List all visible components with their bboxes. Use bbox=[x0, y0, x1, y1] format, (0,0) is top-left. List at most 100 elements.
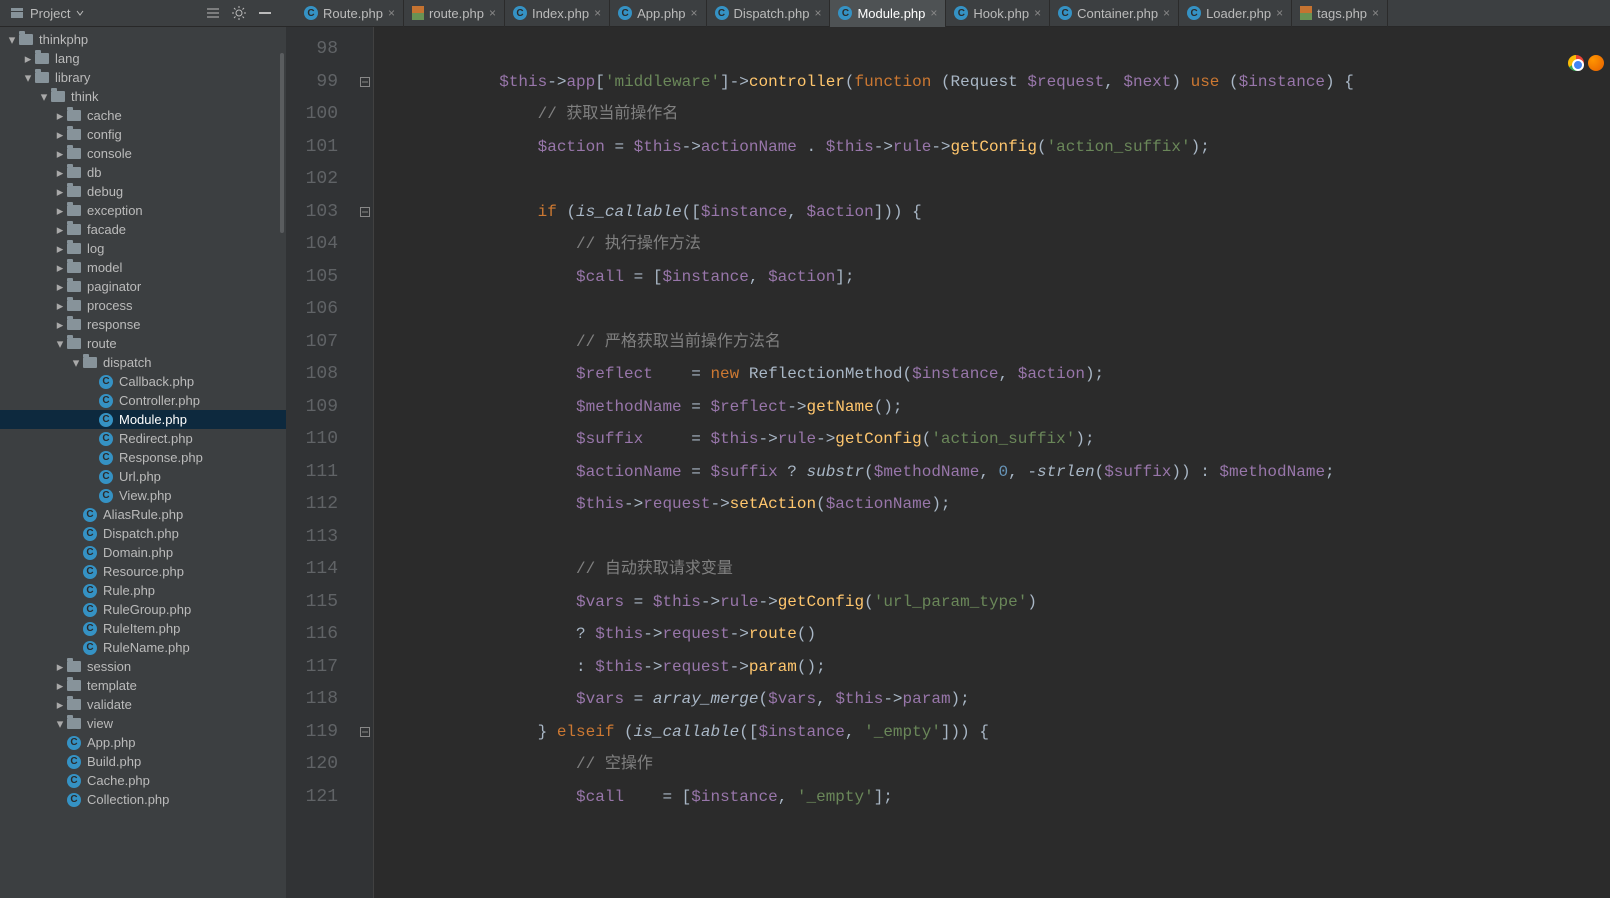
chevron-right-icon[interactable]: ▸ bbox=[54, 222, 66, 238]
close-icon[interactable]: × bbox=[1276, 6, 1283, 20]
fold-marker[interactable] bbox=[356, 521, 373, 554]
chevron-down-icon[interactable]: ▾ bbox=[54, 716, 66, 732]
chevron-right-icon[interactable]: ▸ bbox=[54, 697, 66, 713]
fold-marker[interactable] bbox=[356, 391, 373, 424]
fold-marker[interactable] bbox=[356, 423, 373, 456]
fold-marker[interactable] bbox=[356, 228, 373, 261]
tree-item-Controller-php[interactable]: ·CController.php bbox=[0, 391, 286, 410]
tree-item-Response-php[interactable]: ·CResponse.php bbox=[0, 448, 286, 467]
chevron-down-icon[interactable]: ▾ bbox=[70, 355, 82, 371]
chevron-right-icon[interactable]: ▸ bbox=[54, 203, 66, 219]
chevron-right-icon[interactable]: ▸ bbox=[54, 659, 66, 675]
tree-item-RuleName-php[interactable]: ·CRuleName.php bbox=[0, 638, 286, 657]
chevron-right-icon[interactable]: ▸ bbox=[54, 165, 66, 181]
fold-marker[interactable] bbox=[356, 716, 373, 749]
fold-marker[interactable] bbox=[356, 261, 373, 294]
code-line[interactable]: $action = $this->actionName . $this->rul… bbox=[384, 131, 1610, 164]
tree-item-process[interactable]: ▸process bbox=[0, 296, 286, 315]
chevron-right-icon[interactable]: ▸ bbox=[54, 298, 66, 314]
code-line[interactable]: $vars = $this->rule->getConfig('url_para… bbox=[384, 586, 1610, 619]
code-line[interactable] bbox=[384, 163, 1610, 196]
code-line[interactable] bbox=[384, 33, 1610, 66]
chevron-right-icon[interactable]: ▸ bbox=[54, 108, 66, 124]
tree-item-App-php[interactable]: ·CApp.php bbox=[0, 733, 286, 752]
close-icon[interactable]: × bbox=[489, 6, 496, 20]
fold-marker[interactable] bbox=[356, 33, 373, 66]
chevron-right-icon[interactable]: ▸ bbox=[54, 184, 66, 200]
fold-marker[interactable] bbox=[356, 163, 373, 196]
fold-marker[interactable] bbox=[356, 326, 373, 359]
close-icon[interactable]: × bbox=[1163, 6, 1170, 20]
tree-item-think[interactable]: ▾think bbox=[0, 87, 286, 106]
code-line[interactable]: $call = [$instance, '_empty']; bbox=[384, 781, 1610, 814]
code-line[interactable]: $this->app['middleware']->controller(fun… bbox=[384, 66, 1610, 99]
close-icon[interactable]: × bbox=[691, 6, 698, 20]
tree-item-model[interactable]: ▸model bbox=[0, 258, 286, 277]
gear-icon[interactable] bbox=[231, 5, 247, 21]
chevron-right-icon[interactable]: ▸ bbox=[54, 241, 66, 257]
tree-item-Url-php[interactable]: ·CUrl.php bbox=[0, 467, 286, 486]
chrome-icon[interactable] bbox=[1568, 55, 1584, 71]
close-icon[interactable]: × bbox=[930, 6, 937, 20]
fold-marker[interactable] bbox=[356, 586, 373, 619]
tree-item-validate[interactable]: ▸validate bbox=[0, 695, 286, 714]
tree-item-route[interactable]: ▾route bbox=[0, 334, 286, 353]
fold-marker[interactable] bbox=[356, 618, 373, 651]
tree-item-config[interactable]: ▸config bbox=[0, 125, 286, 144]
chevron-right-icon[interactable]: ▸ bbox=[22, 51, 34, 67]
code-line[interactable]: } elseif (is_callable([$instance, '_empt… bbox=[384, 716, 1610, 749]
tree-item-View-php[interactable]: ·CView.php bbox=[0, 486, 286, 505]
collapse-icon[interactable] bbox=[205, 5, 221, 21]
close-icon[interactable]: × bbox=[1372, 6, 1379, 20]
tree-item-RuleGroup-php[interactable]: ·CRuleGroup.php bbox=[0, 600, 286, 619]
code-editor[interactable]: 9899100101102103104105106107108109110111… bbox=[286, 27, 1610, 898]
tree-item-cache[interactable]: ▸cache bbox=[0, 106, 286, 125]
code-line[interactable]: : $this->request->param(); bbox=[384, 651, 1610, 684]
code-line[interactable]: $methodName = $reflect->getName(); bbox=[384, 391, 1610, 424]
tree-item-AliasRule-php[interactable]: ·CAliasRule.php bbox=[0, 505, 286, 524]
tree-item-log[interactable]: ▸log bbox=[0, 239, 286, 258]
fold-column[interactable] bbox=[356, 27, 374, 898]
tree-item-template[interactable]: ▸template bbox=[0, 676, 286, 695]
fold-marker[interactable] bbox=[356, 131, 373, 164]
file-tree[interactable]: ▾thinkphp▸lang▾library▾think▸cache▸confi… bbox=[0, 27, 286, 809]
close-icon[interactable]: × bbox=[814, 6, 821, 20]
tree-item-console[interactable]: ▸console bbox=[0, 144, 286, 163]
tree-item-lang[interactable]: ▸lang bbox=[0, 49, 286, 68]
tree-item-view[interactable]: ▾view bbox=[0, 714, 286, 733]
tree-item-Module-php[interactable]: ·CModule.php bbox=[0, 410, 286, 429]
firefox-icon[interactable] bbox=[1588, 55, 1604, 71]
tree-item-debug[interactable]: ▸debug bbox=[0, 182, 286, 201]
code-line[interactable] bbox=[384, 521, 1610, 554]
code-line[interactable]: // 空操作 bbox=[384, 748, 1610, 781]
code-content[interactable]: $this->app['middleware']->controller(fun… bbox=[374, 27, 1610, 898]
tree-item-RuleItem-php[interactable]: ·CRuleItem.php bbox=[0, 619, 286, 638]
chevron-down-icon[interactable]: ▾ bbox=[6, 32, 18, 48]
chevron-right-icon[interactable]: ▸ bbox=[54, 260, 66, 276]
chevron-right-icon[interactable]: ▸ bbox=[54, 317, 66, 333]
code-line[interactable]: // 执行操作方法 bbox=[384, 228, 1610, 261]
project-sidebar[interactable]: ▾thinkphp▸lang▾library▾think▸cache▸confi… bbox=[0, 27, 286, 898]
chevron-right-icon[interactable]: ▸ bbox=[54, 678, 66, 694]
code-line[interactable]: // 自动获取请求变量 bbox=[384, 553, 1610, 586]
tree-item-Redirect-php[interactable]: ·CRedirect.php bbox=[0, 429, 286, 448]
close-icon[interactable]: × bbox=[594, 6, 601, 20]
fold-marker[interactable] bbox=[356, 98, 373, 131]
fold-marker[interactable] bbox=[356, 66, 373, 99]
tree-item-library[interactable]: ▾library bbox=[0, 68, 286, 87]
tree-item-db[interactable]: ▸db bbox=[0, 163, 286, 182]
tree-item-facade[interactable]: ▸facade bbox=[0, 220, 286, 239]
tree-item-Collection-php[interactable]: ·CCollection.php bbox=[0, 790, 286, 809]
code-line[interactable]: // 严格获取当前操作方法名 bbox=[384, 326, 1610, 359]
fold-marker[interactable] bbox=[356, 748, 373, 781]
code-line[interactable]: if (is_callable([$instance, $action])) { bbox=[384, 196, 1610, 229]
fold-marker[interactable] bbox=[356, 196, 373, 229]
code-line[interactable]: $vars = array_merge($vars, $this->param)… bbox=[384, 683, 1610, 716]
project-dropdown[interactable]: Project bbox=[0, 6, 94, 21]
code-line[interactable]: $reflect = new ReflectionMethod($instanc… bbox=[384, 358, 1610, 391]
close-icon[interactable]: × bbox=[388, 6, 395, 20]
chevron-right-icon[interactable]: ▸ bbox=[54, 127, 66, 143]
minimize-icon[interactable] bbox=[257, 5, 273, 21]
scrollbar-thumb[interactable] bbox=[280, 53, 284, 233]
tree-item-Cache-php[interactable]: ·CCache.php bbox=[0, 771, 286, 790]
